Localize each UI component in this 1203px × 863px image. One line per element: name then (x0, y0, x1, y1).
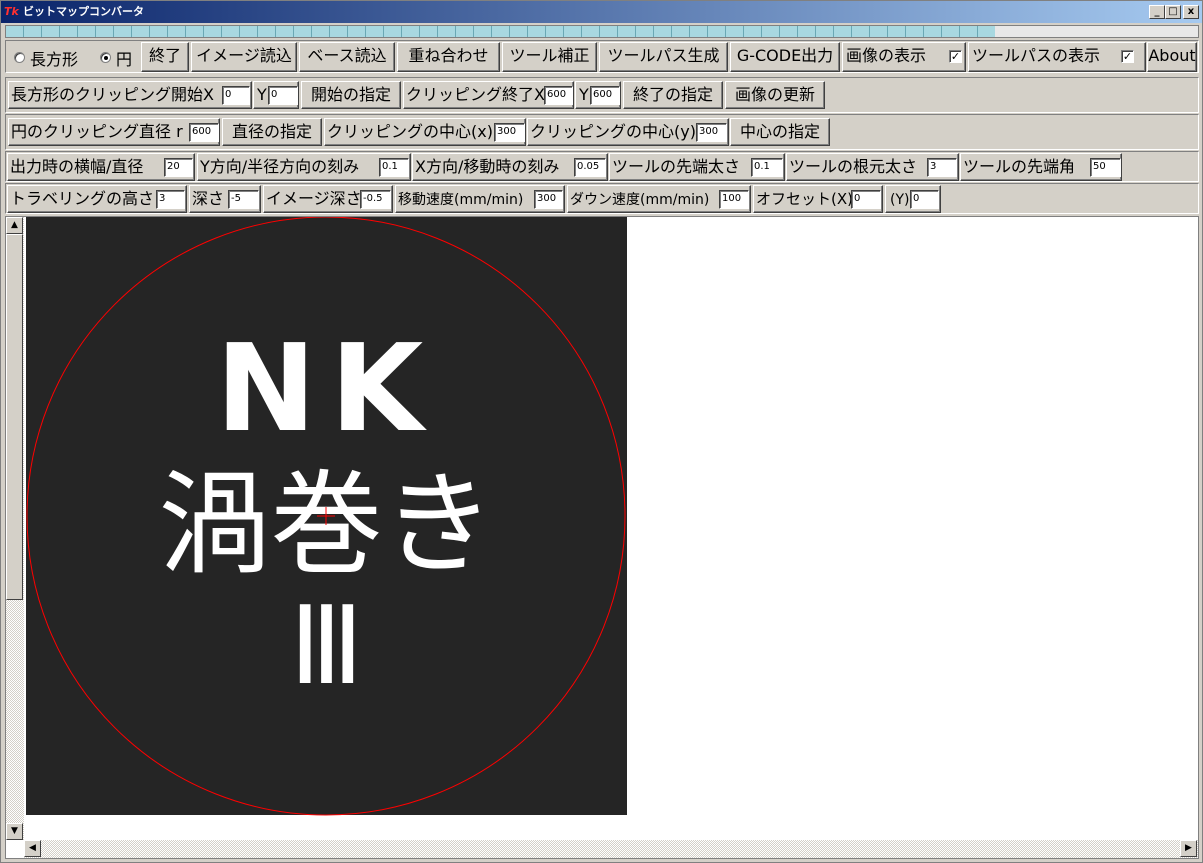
show-image-toggle[interactable]: 画像の表示 ✓ (842, 42, 966, 72)
about-button[interactable]: About (1147, 42, 1197, 72)
progress-bar (5, 25, 1199, 38)
window-title: ビットマップコンバータ (23, 5, 144, 18)
rect-start-y-label: Y (257, 85, 267, 104)
app-window: Tk ビットマップコンバータ _ □ x 長方形 円 終了 イメージ読込 ベース… (0, 0, 1203, 863)
move-speed-label: 移動速度(mm/min) (398, 192, 524, 208)
travel-height-label: トラベリングの高さ (10, 189, 155, 208)
maximize-button[interactable]: □ (1165, 5, 1181, 19)
circle-clip-row: 円のクリッピング直径 r 600 直径の指定 クリッピングの中心(x) 300 … (5, 114, 1199, 150)
app-icon: Tk (4, 5, 19, 18)
close-button[interactable]: x (1183, 5, 1199, 19)
center-set-button[interactable]: 中心の指定 (730, 118, 830, 146)
vertical-scroll-thumb[interactable] (6, 234, 23, 600)
image-canvas[interactable]: ▲ ▼ ◀ ▶ NK 渦巻き Ⅲ (5, 216, 1199, 859)
loaded-image[interactable]: NK 渦巻き Ⅲ (26, 217, 627, 816)
move-speed-input[interactable]: 300 (534, 190, 563, 209)
scroll-left-button[interactable]: ◀ (24, 840, 41, 857)
scroll-down-button[interactable]: ▼ (6, 823, 23, 840)
center-y-label: クリッピングの中心(y) (530, 122, 696, 141)
clip-end-x-input[interactable]: 600 (544, 86, 573, 105)
center-y-input[interactable]: 300 (696, 123, 727, 142)
end-set-button[interactable]: 終了の指定 (623, 81, 723, 109)
minimize-button[interactable]: _ (1149, 5, 1165, 19)
image-depth-input[interactable]: -0.5 (360, 190, 391, 209)
circle-diameter-input[interactable]: 600 (189, 123, 219, 142)
shape-rect-label: 長方形 (30, 50, 79, 69)
tool-angle-label: ツールの先端角 (963, 157, 1076, 176)
exit-button[interactable]: 終了 (141, 42, 189, 72)
rect-clip-start-group: 長方形のクリッピング開始X (8, 81, 252, 109)
ystep-label: Y方向/半径方向の刻み (200, 157, 360, 176)
shape-circle-label: 円 (116, 50, 133, 69)
motion-params-row: トラベリングの高さ 3 深さ -5 イメージ深さ -0.5 移動速度(mm/mi… (5, 183, 1199, 214)
offset-y-label: (Y) (890, 192, 910, 208)
tool-root-label: ツールの根元太さ (789, 157, 918, 176)
clip-overlay (26, 217, 626, 816)
rect-start-x-input[interactable]: 0 (222, 86, 250, 105)
shape-rect-radio[interactable] (14, 52, 25, 63)
clip-end-y-input[interactable]: 600 (590, 86, 620, 105)
output-width-label: 出力時の横幅/直径 (10, 157, 144, 176)
center-x-label: クリッピングの中心(x) (327, 122, 493, 141)
image-load-button[interactable]: イメージ読込 (191, 42, 297, 72)
tool-correct-button[interactable]: ツール補正 (502, 42, 597, 72)
scroll-right-button[interactable]: ▶ (1180, 840, 1197, 857)
toolbar-main: 長方形 円 終了 イメージ読込 ベース読込 重ね合わせ ツール補正 ツールパス生… (5, 40, 1199, 73)
title-bar: Tk ビットマップコンバータ _ □ x (1, 1, 1202, 23)
circle-diameter-label: 円のクリッピング直径 r (11, 122, 183, 141)
overlay-button[interactable]: 重ね合わせ (397, 42, 500, 72)
progress-remaining (995, 26, 1198, 37)
xstep-input[interactable]: 0.05 (574, 158, 606, 177)
show-image-checkbox[interactable]: ✓ (949, 50, 962, 63)
start-set-button[interactable]: 開始の指定 (301, 81, 401, 109)
diameter-set-button[interactable]: 直径の指定 (222, 118, 322, 146)
base-load-button[interactable]: ベース読込 (299, 42, 395, 72)
down-speed-input[interactable]: 100 (719, 190, 749, 209)
rect-clip-row: 長方形のクリッピング開始X 0 Y 0 開始の指定 クリッピング終了X 600 … (5, 77, 1199, 113)
output-params-row: 出力時の横幅/直径 20 Y方向/半径方向の刻み 0.1 X方向/移動時の刻み … (5, 151, 1199, 182)
ystep-input[interactable]: 0.1 (379, 158, 409, 177)
travel-height-input[interactable]: 3 (156, 190, 185, 209)
tool-tip-input[interactable]: 0.1 (751, 158, 783, 177)
offset-x-input[interactable]: 0 (851, 190, 881, 209)
update-image-button[interactable]: 画像の更新 (725, 81, 825, 109)
rect-clip-start-label: 長方形のクリッピング開始X (11, 85, 214, 104)
show-toolpath-label: ツールパスの表示 (972, 46, 1101, 65)
output-width-input[interactable]: 20 (164, 158, 193, 177)
offset-y-input[interactable]: 0 (910, 190, 939, 209)
toolpath-generate-button[interactable]: ツールパス生成 (599, 42, 728, 72)
scroll-up-button[interactable]: ▲ (6, 217, 23, 234)
show-toolpath-checkbox[interactable]: ✓ (1121, 50, 1134, 63)
shape-circle-radio[interactable] (100, 52, 111, 63)
tool-angle-input[interactable]: 50 (1090, 158, 1121, 177)
depth-label: 深さ (192, 189, 225, 208)
rect-start-y-input[interactable]: 0 (268, 86, 298, 105)
clip-end-y-label: Y (579, 85, 589, 104)
down-speed-label: ダウン速度(mm/min) (570, 192, 710, 208)
xstep-label: X方向/移動時の刻み (415, 157, 560, 176)
tool-root-input[interactable]: 3 (927, 158, 957, 177)
tool-tip-label: ツールの先端太さ (612, 157, 741, 176)
gcode-output-button[interactable]: G-CODE出力 (730, 42, 840, 72)
depth-input[interactable]: -5 (228, 190, 259, 209)
offset-x-label: オフセット(X) (756, 190, 853, 208)
clip-end-label: クリッピング終了X (406, 85, 545, 104)
horizontal-scrollbar[interactable]: ◀ ▶ (24, 840, 1198, 858)
vertical-scrollbar[interactable]: ▲ ▼ (6, 217, 24, 840)
show-image-label: 画像の表示 (846, 46, 927, 65)
center-x-input[interactable]: 300 (494, 123, 525, 142)
image-depth-label: イメージ深さ (266, 189, 362, 208)
show-toolpath-toggle[interactable]: ツールパスの表示 ✓ (968, 42, 1146, 72)
